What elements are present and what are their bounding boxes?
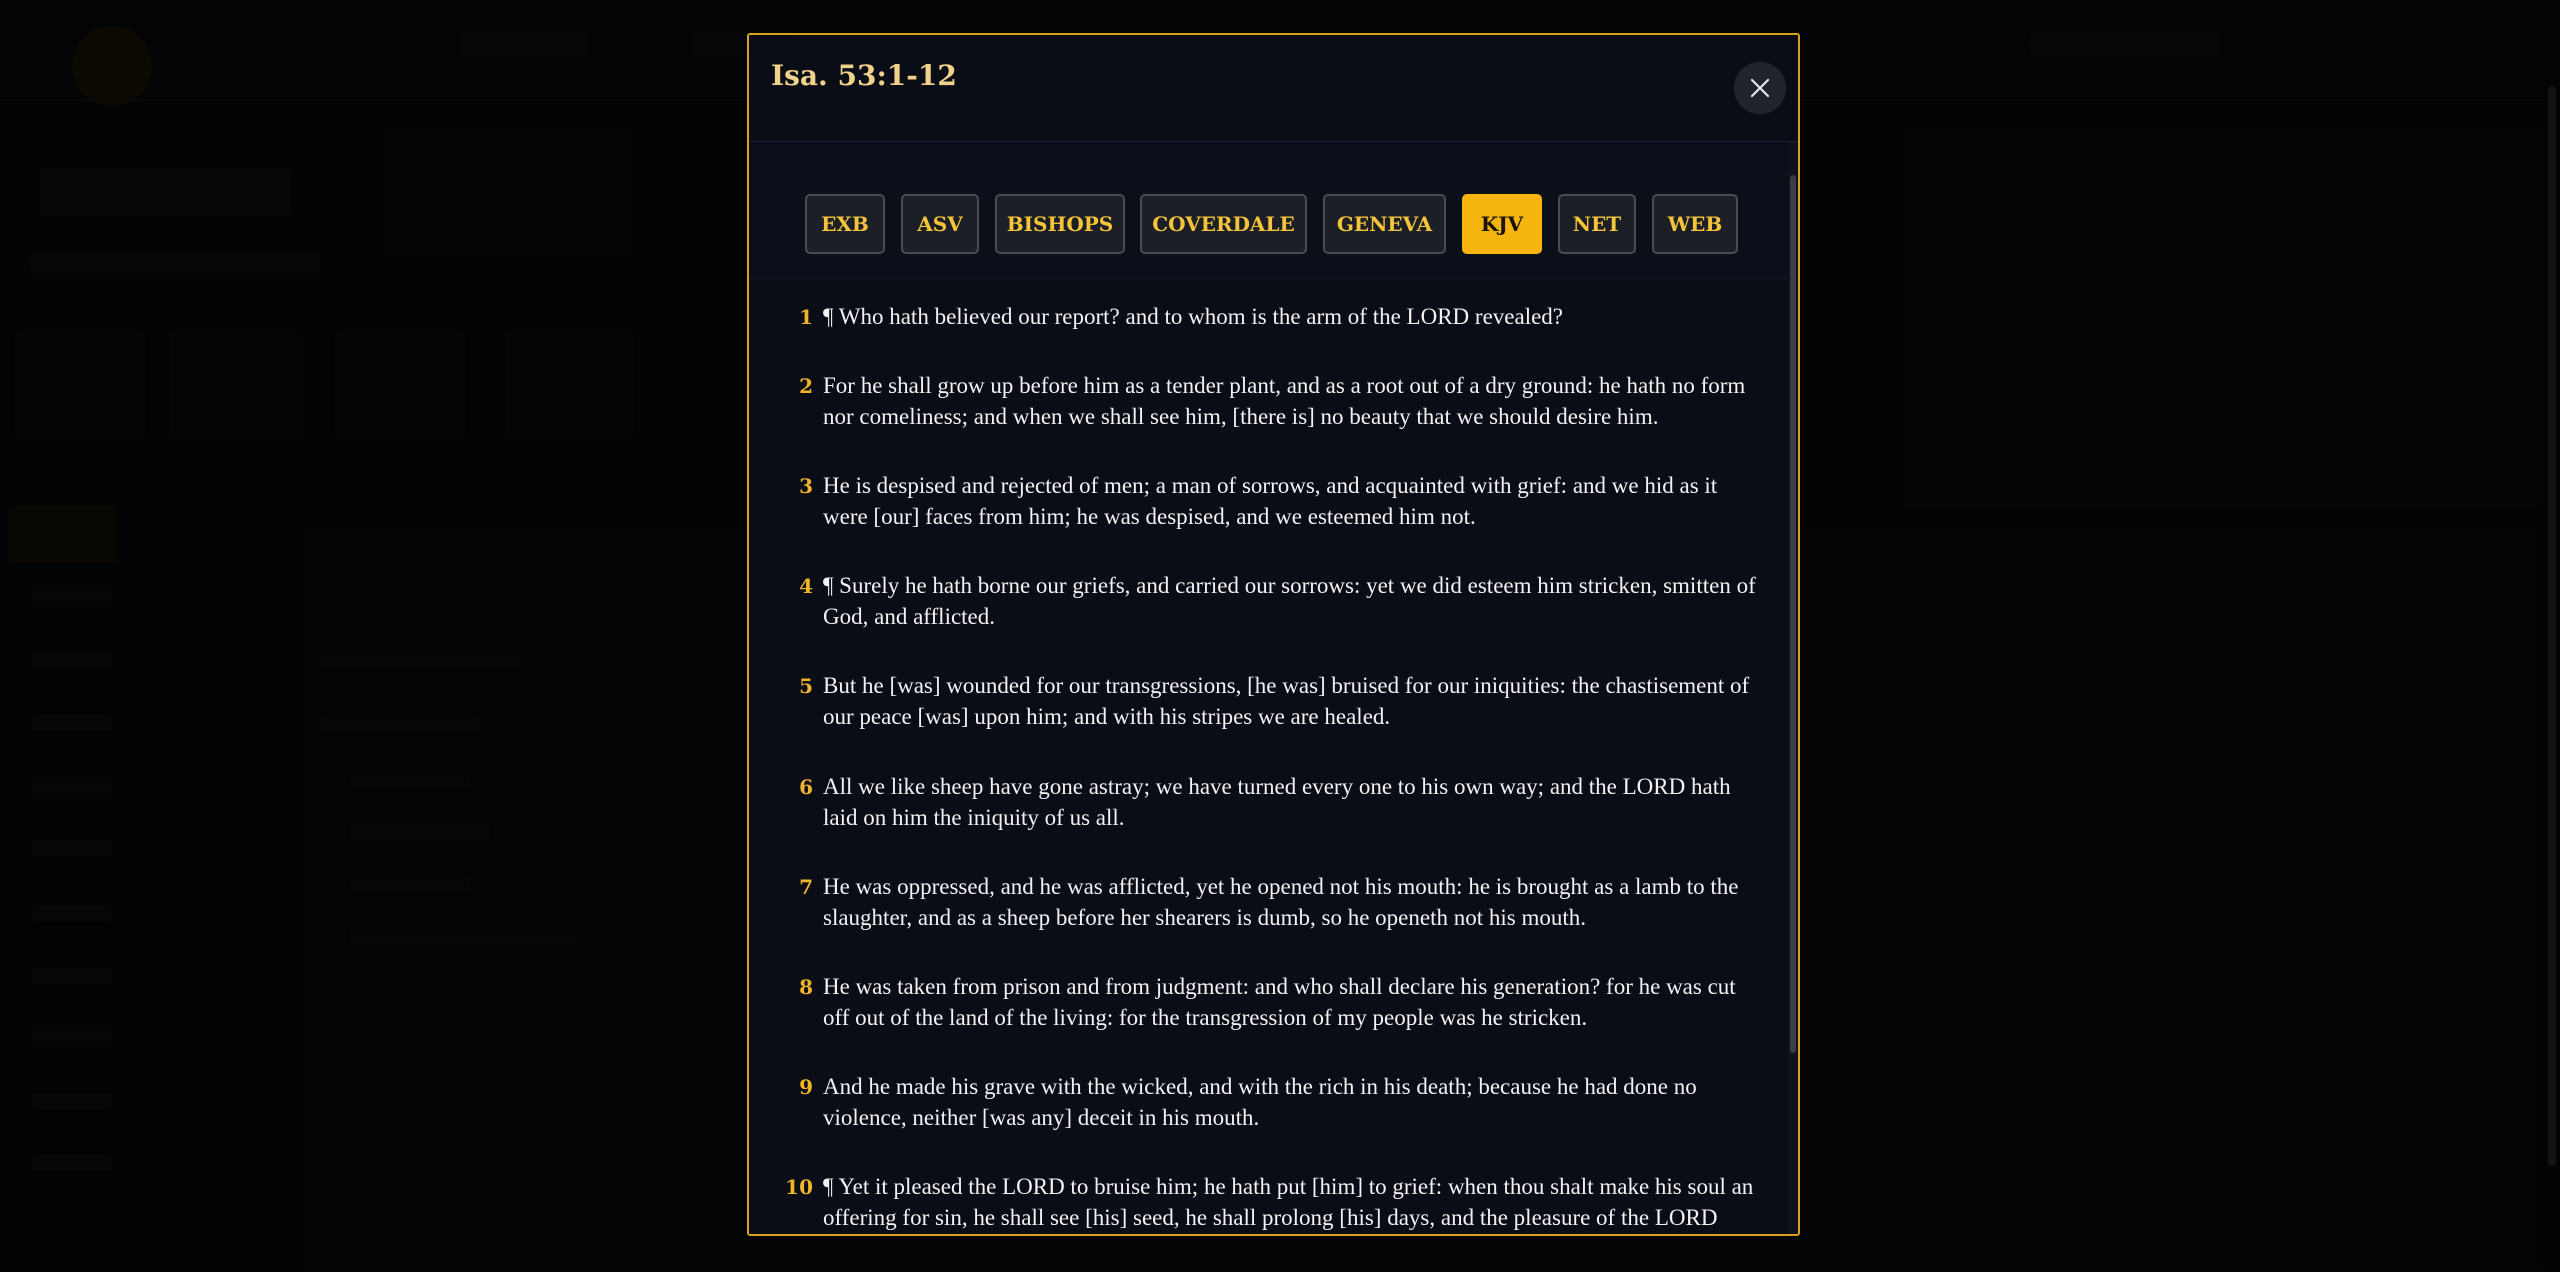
modal-title: Isa. 53:1-12 <box>771 59 957 92</box>
verse: 9 And he made his grave with the wicked,… <box>777 1071 1762 1133</box>
verse-number: 2 <box>799 374 813 398</box>
verse-text: For he shall grow up before him as a ten… <box>823 373 1746 429</box>
modal-scrollbar-thumb[interactable] <box>1790 175 1796 1053</box>
verse: 10 ¶ Yet it pleased the LORD to bruise h… <box>777 1171 1762 1234</box>
verse-text: All we like sheep have gone astray; we h… <box>823 774 1731 830</box>
verse-text: ¶ Who hath believed our report? and to w… <box>823 304 1564 329</box>
close-button[interactable] <box>1734 62 1786 114</box>
verse: 8 He was taken from prison and from judg… <box>777 971 1762 1033</box>
version-button-net[interactable]: NET <box>1558 194 1636 254</box>
verse-number: 10 <box>785 1175 813 1199</box>
verse-number: 3 <box>799 474 813 498</box>
version-button-bishops[interactable]: BISHOPS <box>995 194 1125 254</box>
version-button-web[interactable]: WEB <box>1652 194 1738 254</box>
version-button-kjv[interactable]: KJV <box>1462 194 1542 254</box>
verse-text: ¶ Surely he hath borne our griefs, and c… <box>823 573 1756 629</box>
verse: 3 He is despised and rejected of men; a … <box>777 470 1762 532</box>
modal-header: Isa. 53:1-12 <box>749 35 1798 142</box>
version-button-exb[interactable]: EXB <box>805 194 885 254</box>
verse: 5 But he [was] wounded for our transgres… <box>777 670 1762 732</box>
verse-number: 7 <box>799 875 813 899</box>
passage-modal: Isa. 53:1-12 EXB ASV BISHOPS COVERDALE G… <box>747 33 1800 1236</box>
verse: 7 He was oppressed, and he was afflicted… <box>777 871 1762 933</box>
passage-text: 1 ¶ Who hath believed our report? and to… <box>749 279 1788 1234</box>
version-button-coverdale[interactable]: COVERDALE <box>1140 194 1307 254</box>
verse-number: 9 <box>799 1075 813 1099</box>
verse: 1 ¶ Who hath believed our report? and to… <box>777 301 1762 332</box>
version-button-geneva[interactable]: GENEVA <box>1323 194 1446 254</box>
verse: 6 All we like sheep have gone astray; we… <box>777 771 1762 833</box>
verse-number: 6 <box>799 775 813 799</box>
verse: 4 ¶ Surely he hath borne our griefs, and… <box>777 570 1762 632</box>
verse-number: 1 <box>799 305 813 329</box>
verse-number: 5 <box>799 674 813 698</box>
version-button-asv[interactable]: ASV <box>901 194 979 254</box>
verse-text: He was oppressed, and he was afflicted, … <box>823 874 1739 930</box>
verse-text: But he [was] wounded for our transgressi… <box>823 673 1750 729</box>
verse-number: 8 <box>799 975 813 999</box>
version-selector: EXB ASV BISHOPS COVERDALE GENEVA KJV NET… <box>749 142 1788 279</box>
verse-text: ¶ Yet it pleased the LORD to bruise him;… <box>823 1174 1754 1230</box>
verse-text: He is despised and rejected of men; a ma… <box>823 473 1718 529</box>
verse-text: And he made his grave with the wicked, a… <box>823 1074 1697 1130</box>
verse-text: He was taken from prison and from judgme… <box>823 974 1736 1030</box>
verse: 2 For he shall grow up before him as a t… <box>777 370 1762 432</box>
close-icon <box>1749 77 1771 99</box>
verse-number: 4 <box>799 574 813 598</box>
